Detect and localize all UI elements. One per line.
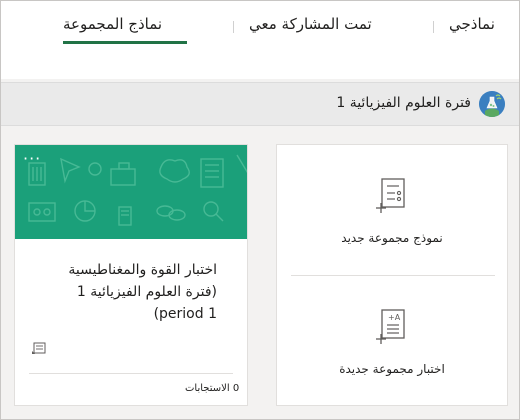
tab-separator: [233, 21, 234, 33]
create-card: نموذج مجموعة جديد +A اختبار مجموعة جديدة: [276, 144, 508, 406]
science-flask-icon: [479, 91, 505, 117]
form-card[interactable]: ··· اختبار القوة والمغناطيسية (فترة العل…: [14, 144, 248, 406]
form-card-divider: [29, 373, 233, 374]
form-title-line: period 1): [153, 306, 217, 322]
new-form-icon: [375, 177, 409, 217]
svg-text:+A: +A: [388, 313, 401, 322]
tab-bar: نماذجي تمت المشاركة معي نماذج المجموعة: [1, 1, 519, 79]
new-group-quiz-label: اختبار مجموعة جديدة: [339, 362, 445, 376]
form-card-banner: ···: [15, 145, 247, 239]
group-title: فترة العلوم الفيزيائية 1: [336, 95, 471, 111]
tab-group-forms[interactable]: نماذج المجموعة: [63, 15, 162, 33]
form-title-line: (فترة العلوم الفيزيائية 1: [76, 284, 217, 300]
banner-pattern-icon: [28, 154, 247, 226]
new-quiz-icon: +A: [375, 308, 409, 348]
more-options-button[interactable]: ···: [23, 149, 41, 168]
new-group-form-label: نموذج مجموعة جديد: [341, 231, 443, 245]
form-card-title[interactable]: اختبار القوة والمغناطيسية (فترة العلوم ا…: [27, 259, 217, 325]
form-title-line: اختبار القوة والمغناطيسية: [68, 262, 217, 278]
active-tab-indicator: [63, 41, 187, 44]
responses-count: 0 الاستجابات: [185, 383, 240, 394]
group-header: فترة العلوم الفيزيائية 1: [1, 82, 519, 126]
tab-my-forms[interactable]: نماذجي: [449, 15, 495, 33]
tab-shared-with-me[interactable]: تمت المشاركة معي: [249, 15, 372, 33]
new-group-quiz-button[interactable]: +A اختبار مجموعة جديدة: [277, 276, 507, 406]
new-group-form-button[interactable]: نموذج مجموعة جديد: [277, 145, 507, 275]
tab-separator: [433, 21, 434, 33]
form-document-icon: [31, 341, 47, 357]
